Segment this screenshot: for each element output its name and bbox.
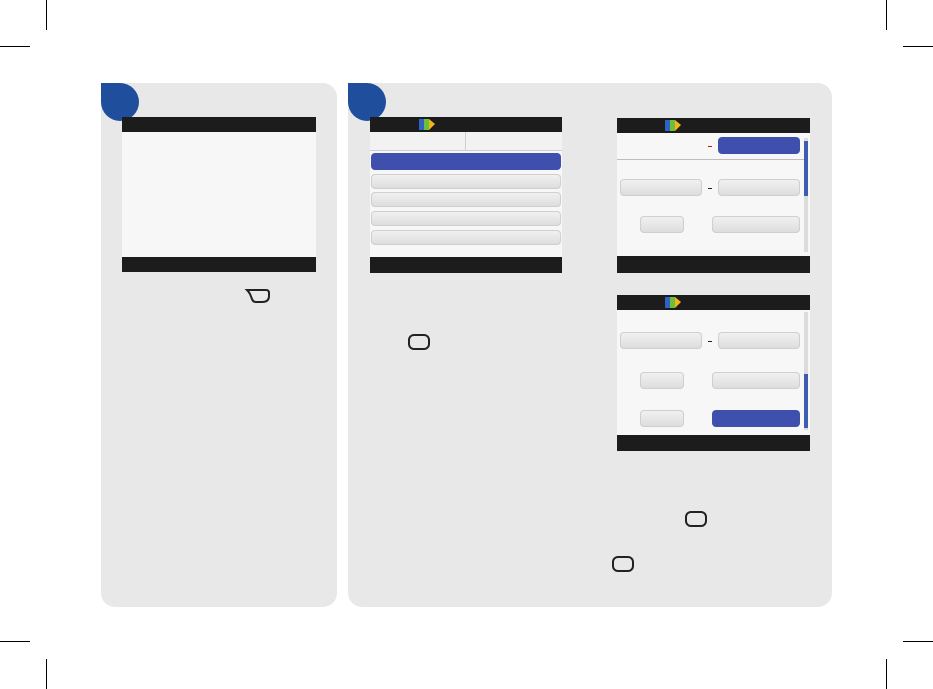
meter-screen-settings-a bbox=[617, 118, 810, 273]
screen-header-bar bbox=[122, 117, 316, 132]
screen-footer-bar bbox=[370, 257, 562, 273]
screen-footer-bar bbox=[122, 257, 316, 272]
scrollbar-thumb[interactable] bbox=[804, 374, 808, 428]
screen-footer-bar bbox=[617, 435, 810, 451]
crop-mark bbox=[46, 0, 47, 30]
step-panel-1 bbox=[101, 83, 337, 607]
step-badge-1 bbox=[101, 83, 139, 121]
meter-screen-settings-b bbox=[617, 295, 810, 451]
crop-mark bbox=[903, 641, 933, 642]
screen-header-bar bbox=[370, 117, 562, 132]
screen-header-bar bbox=[617, 118, 810, 133]
value-field-selected[interactable] bbox=[712, 410, 800, 427]
menu-item-selected[interactable] bbox=[371, 153, 561, 170]
crop-mark bbox=[0, 641, 30, 642]
ok-button-icon bbox=[612, 556, 634, 572]
menu-item[interactable] bbox=[371, 174, 561, 189]
menu-tab-left[interactable] bbox=[370, 132, 466, 150]
scrollbar-thumb[interactable] bbox=[804, 141, 808, 196]
screen-header-bar bbox=[617, 295, 810, 310]
screen-footer-bar bbox=[617, 256, 810, 273]
range-separator bbox=[708, 188, 712, 189]
value-field[interactable] bbox=[620, 332, 702, 349]
value-field[interactable] bbox=[718, 332, 800, 349]
row-divider bbox=[617, 159, 804, 160]
value-field[interactable] bbox=[712, 216, 800, 233]
value-field-small[interactable] bbox=[640, 372, 684, 389]
value-field-small[interactable] bbox=[640, 410, 684, 427]
ok-button-icon bbox=[408, 334, 430, 350]
value-field-small[interactable] bbox=[640, 216, 684, 233]
crop-mark bbox=[886, 0, 887, 30]
meter-logo-icon bbox=[665, 120, 681, 131]
meter-logo-icon bbox=[419, 119, 435, 130]
step-badge-2 bbox=[348, 83, 386, 121]
scrollbar[interactable] bbox=[804, 312, 808, 430]
menu-item[interactable] bbox=[371, 211, 561, 226]
ok-button-icon bbox=[685, 511, 707, 527]
value-field[interactable] bbox=[712, 372, 800, 389]
step-panel-2 bbox=[348, 83, 832, 607]
menu-item[interactable] bbox=[371, 192, 561, 207]
value-field[interactable] bbox=[620, 179, 702, 196]
meter-logo-icon bbox=[665, 297, 681, 308]
scrollbar[interactable] bbox=[804, 138, 808, 252]
range-separator bbox=[708, 341, 712, 342]
crop-mark bbox=[0, 46, 30, 47]
crop-mark bbox=[886, 659, 887, 689]
range-separator bbox=[708, 146, 712, 147]
crop-mark bbox=[46, 659, 47, 689]
menu-tab-right[interactable] bbox=[466, 132, 562, 150]
crop-mark bbox=[903, 46, 933, 47]
meter-screen-menu bbox=[370, 117, 562, 273]
menu-tab-row bbox=[370, 132, 562, 151]
value-field-selected[interactable] bbox=[718, 137, 800, 154]
meter-screen-blank bbox=[122, 117, 316, 272]
value-field[interactable] bbox=[718, 179, 800, 196]
menu-item[interactable] bbox=[371, 230, 561, 245]
back-button-icon bbox=[244, 289, 270, 303]
